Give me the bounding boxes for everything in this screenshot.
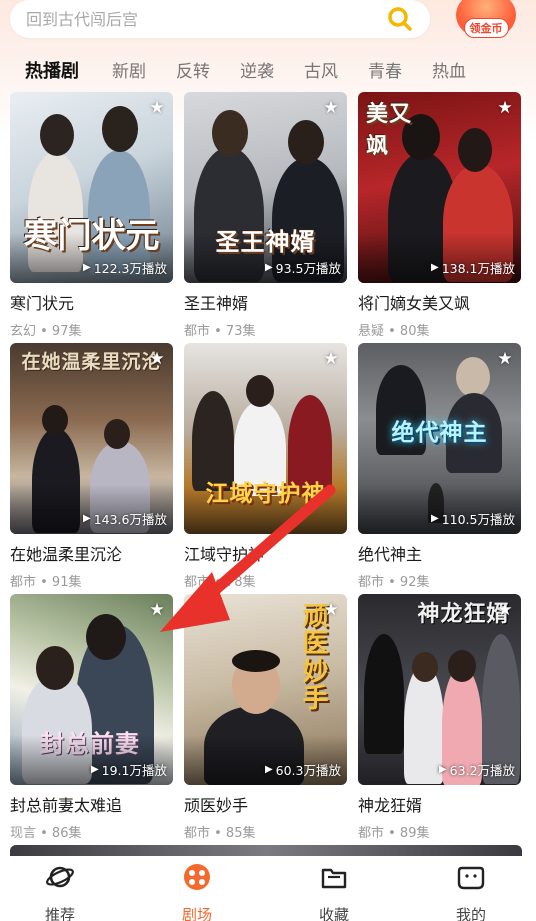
play-icon: ▶ bbox=[438, 764, 447, 775]
drama-meta: 都市 • 73集 bbox=[184, 324, 256, 339]
poster-title: 在她温柔里沉沦 bbox=[21, 351, 162, 373]
drama-meta: 都市 • 92集 bbox=[358, 575, 430, 590]
star-icon[interactable]: ★ bbox=[495, 600, 515, 620]
drama-card[interactable]: 寒门状元 ★ ▶ 122.3万播放 寒门状元 玄幻 • 97集 bbox=[10, 92, 173, 339]
drama-title[interactable]: 神龙狂婿 bbox=[358, 792, 521, 816]
play-icon: ▶ bbox=[83, 513, 91, 524]
folder-icon bbox=[321, 868, 347, 889]
play-count: ▶ 122.3万播放 bbox=[83, 261, 167, 276]
drama-poster[interactable]: 圣王神婿 ★ ▶ 93.5万播放 bbox=[184, 92, 347, 283]
play-count: ▶ 138.1万播放 bbox=[431, 261, 515, 276]
drama-poster[interactable]: 江域守护神 ★ bbox=[184, 343, 347, 534]
drama-meta: 悬疑 • 80集 bbox=[358, 324, 430, 339]
drama-poster[interactable]: 绝代神主 ★ ▶ 110.5万播放 bbox=[358, 343, 521, 534]
star-icon[interactable]: ★ bbox=[495, 349, 515, 369]
category-tabs: 热播剧 新剧 反转 逆袭 古风 青春 热血 bbox=[0, 57, 536, 83]
planet-icon bbox=[46, 866, 74, 888]
play-count: ▶ 143.6万播放 bbox=[83, 512, 167, 527]
search-icon[interactable] bbox=[386, 5, 414, 33]
play-icon: ▶ bbox=[264, 262, 273, 273]
claim-coins-label: 领金币 bbox=[463, 18, 509, 38]
claim-coins-button[interactable]: 领金币 bbox=[450, 0, 522, 40]
star-icon[interactable]: ★ bbox=[147, 98, 167, 118]
star-icon[interactable]: ★ bbox=[495, 98, 515, 118]
tab-ancient[interactable]: 古风 bbox=[304, 57, 338, 82]
drama-poster[interactable]: 美又飒 ★ ▶ 138.1万播放 bbox=[358, 92, 521, 283]
poster-title: 绝代神主 bbox=[391, 419, 488, 446]
drama-title[interactable]: 圣王神婿 bbox=[184, 290, 347, 314]
drama-card[interactable]: 江域守护神 ★ 江域守护神 都市 • 78集 bbox=[184, 343, 347, 590]
drama-meta: 都市 • 85集 bbox=[184, 826, 256, 841]
play-icon: ▶ bbox=[90, 764, 99, 775]
drama-poster[interactable]: 神龙狂婿 ★ ▶ 63.2万播放 bbox=[358, 594, 521, 785]
play-icon: ▶ bbox=[431, 262, 439, 273]
play-icon: ▶ bbox=[264, 764, 273, 775]
drama-poster[interactable]: 顽医妙手 ★ ▶ 60.3万播放 bbox=[184, 594, 347, 785]
drama-title[interactable]: 顽医妙手 bbox=[184, 792, 347, 816]
drama-card[interactable]: 美又飒 ★ ▶ 138.1万播放 将门嫡女美又飒 悬疑 • 80集 bbox=[358, 92, 521, 339]
tab-hot[interactable]: 热播剧 bbox=[25, 57, 79, 83]
play-count: ▶ 93.5万播放 bbox=[264, 261, 341, 276]
drama-title[interactable]: 将门嫡女美又飒 bbox=[358, 290, 521, 314]
poster-title: 美又飒 bbox=[366, 101, 413, 159]
search-input[interactable] bbox=[26, 9, 386, 29]
drama-meta: 都市 • 89集 bbox=[358, 826, 430, 841]
drama-title[interactable]: 寒门状元 bbox=[10, 290, 173, 314]
poster-title: 顽医妙手 bbox=[302, 602, 330, 714]
drama-poster[interactable]: 在她温柔里沉沦 ★ ▶ 143.6万播放 bbox=[10, 343, 173, 534]
drama-card[interactable]: 封总前妻 ★ ▶19.1万播放 封总前妻太难追 现言 • 86集 bbox=[10, 594, 173, 841]
bottom-nav: 推荐 剧场 收藏 我的 bbox=[0, 856, 536, 921]
star-icon[interactable]: ★ bbox=[321, 98, 341, 118]
nav-theater[interactable]: 剧场 bbox=[152, 862, 242, 921]
drama-title[interactable]: 江域守护神 bbox=[184, 541, 347, 565]
play-icon: ▶ bbox=[431, 513, 439, 524]
play-icon: ▶ bbox=[83, 262, 91, 273]
drama-card[interactable]: 在她温柔里沉沦 ★ ▶ 143.6万播放 在她温柔里沉沦 都市 • 91集 bbox=[10, 343, 173, 590]
tab-new[interactable]: 新剧 bbox=[112, 57, 146, 82]
nav-profile[interactable]: 我的 bbox=[426, 862, 516, 921]
play-count: ▶ 19.1万播放 bbox=[90, 763, 167, 778]
nav-favorites[interactable]: 收藏 bbox=[289, 862, 379, 921]
star-icon[interactable]: ★ bbox=[321, 600, 341, 620]
nav-recommend[interactable]: 推荐 bbox=[15, 862, 105, 921]
drama-title[interactable]: 在她温柔里沉沦 bbox=[10, 541, 173, 565]
play-count: ▶ 63.2万播放 bbox=[438, 763, 515, 778]
search-bar[interactable] bbox=[10, 0, 430, 38]
drama-card[interactable]: 顽医妙手 ★ ▶ 60.3万播放 顽医妙手 都市 • 85集 bbox=[184, 594, 347, 841]
play-count: ▶ 60.3万播放 bbox=[264, 763, 341, 778]
tab-twist[interactable]: 反转 bbox=[176, 57, 210, 82]
poster-title: 圣王神婿 bbox=[215, 227, 316, 256]
profile-face-icon bbox=[457, 866, 485, 890]
theater-icon bbox=[184, 864, 210, 890]
drama-meta: 都市 • 78集 bbox=[184, 575, 256, 590]
tab-comeback[interactable]: 逆袭 bbox=[240, 57, 274, 82]
tab-action[interactable]: 热血 bbox=[432, 57, 466, 82]
nav-label: 收藏 bbox=[318, 906, 349, 921]
nav-label: 我的 bbox=[455, 906, 486, 921]
drama-title[interactable]: 绝代神主 bbox=[358, 541, 521, 565]
drama-poster[interactable]: 寒门状元 ★ ▶ 122.3万播放 bbox=[10, 92, 173, 283]
poster-title: 寒门状元 bbox=[23, 216, 160, 256]
tab-youth[interactable]: 青春 bbox=[368, 57, 402, 82]
drama-card[interactable]: 圣王神婿 ★ ▶ 93.5万播放 圣王神婿 都市 • 73集 bbox=[184, 92, 347, 339]
drama-card[interactable]: 绝代神主 ★ ▶ 110.5万播放 绝代神主 都市 • 92集 bbox=[358, 343, 521, 590]
star-icon[interactable]: ★ bbox=[147, 600, 167, 620]
nav-label: 推荐 bbox=[44, 906, 75, 921]
poster-title: 江域守护神 bbox=[205, 480, 326, 507]
star-icon[interactable]: ★ bbox=[321, 349, 341, 369]
star-icon[interactable]: ★ bbox=[147, 349, 167, 369]
drama-meta: 现言 • 86集 bbox=[10, 826, 82, 841]
drama-meta: 玄幻 • 97集 bbox=[10, 324, 82, 339]
drama-card[interactable]: 神龙狂婿 ★ ▶ 63.2万播放 神龙狂婿 都市 • 89集 bbox=[358, 594, 521, 841]
nav-label: 剧场 bbox=[181, 906, 212, 921]
drama-title[interactable]: 封总前妻太难追 bbox=[10, 792, 173, 816]
play-count: ▶ 110.5万播放 bbox=[431, 512, 515, 527]
drama-poster[interactable]: 封总前妻 ★ ▶19.1万播放 bbox=[10, 594, 173, 785]
drama-meta: 都市 • 91集 bbox=[10, 575, 82, 590]
